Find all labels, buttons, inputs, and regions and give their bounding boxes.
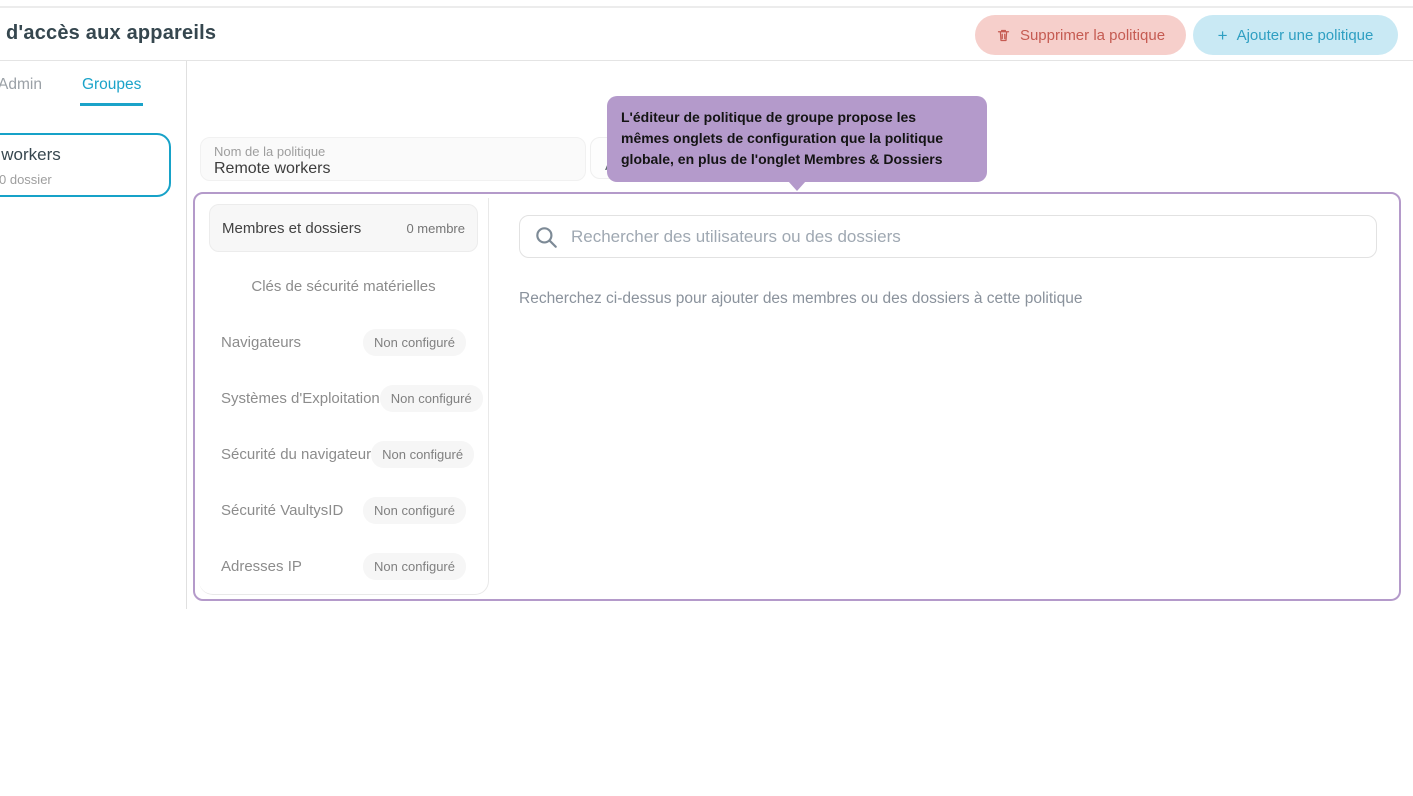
tooltip-line: mêmes onglets de configuration que la po… [621,128,973,149]
policy-card-remote-workers[interactable]: Remote workers 0 dossier [0,133,171,197]
policy-name-field[interactable]: Nom de la politique Remote workers [200,137,586,181]
member-search-input[interactable] [571,227,1376,247]
plus-icon: + [1218,27,1228,44]
menu-item-badge: Non configuré [380,385,483,412]
menu-item-badge: Non configuré [363,553,466,580]
menu-item-label: Membres et dossiers [222,220,361,237]
tab-groupes[interactable]: Groupes [80,76,143,106]
menu-item-label: Sécurité du navigateur [221,446,371,463]
tooltip-arrow [788,181,806,191]
policy-name-label: Nom de la politique [214,144,325,159]
header-separator [0,60,1413,61]
delete-policy-button[interactable]: Supprimer la politique [975,15,1186,55]
menu-item-badge: Non configuré [371,441,474,468]
menu-item-navigateurs[interactable]: Navigateurs Non configuré [199,314,488,370]
menu-item-adresses-ip[interactable]: Adresses IP Non configuré [199,538,488,594]
menu-item-badge: Non configuré [363,497,466,524]
tooltip-line: L'éditeur de politique de groupe propose… [621,107,973,128]
group-policy-tooltip: L'éditeur de politique de groupe propose… [607,96,987,182]
tab-admin[interactable]: Admin [0,76,44,106]
menu-item-securite-vaultysid[interactable]: Sécurité VaultysID Non configuré [199,482,488,538]
menu-item-badge: 0 membre [406,221,465,236]
menu-item-securite-du-navigateur[interactable]: Sécurité du navigateurNon configuré [199,426,488,482]
add-policy-button[interactable]: + Ajouter une politique [1193,15,1398,55]
menu-item-label: Clés de sécurité matérielles [251,278,435,295]
policy-card-name: Remote workers [0,145,61,165]
tooltip-line: globale, en plus de l'onglet Membres & D… [621,149,973,170]
menu-item-systemes-d-exploitation[interactable]: Systèmes d'ExploitationNon configuré [199,370,488,426]
sidebar-divider [186,61,187,609]
menu-item-cles-de-securite-materielles[interactable]: Clés de sécurité matérielles [199,258,488,314]
policy-menu: Membres et dossiers 0 membre Clés de sécur… [199,198,489,595]
policy-name-value: Remote workers [214,160,330,178]
policy-card-subtitle: 0 dossier [0,172,52,187]
page-title: d'accès aux appareils [6,22,216,45]
trash-icon [996,28,1011,43]
menu-item-label: Systèmes d'Exploitation [221,390,380,407]
menu-item-membres-et-dossiers[interactable]: Membres et dossiers 0 membre [209,204,478,252]
menu-item-badge: Non configuré [363,329,466,356]
menu-item-label: Adresses IP [221,558,302,575]
add-policy-label: Ajouter une politique [1237,27,1374,44]
policy-editor-panel: Membres et dossiers 0 membre Clés de sécur… [193,192,1401,601]
member-search-box[interactable] [519,215,1377,258]
search-hint-text: Recherchez ci-dessus pour ajouter des me… [519,290,1082,308]
delete-policy-label: Supprimer la politique [1020,27,1165,44]
tab-bar: Admin Groupes [0,76,179,106]
top-divider [0,6,1413,8]
menu-item-label: Sécurité VaultysID [221,502,343,519]
search-icon [533,224,559,250]
menu-item-label: Navigateurs [221,334,301,351]
